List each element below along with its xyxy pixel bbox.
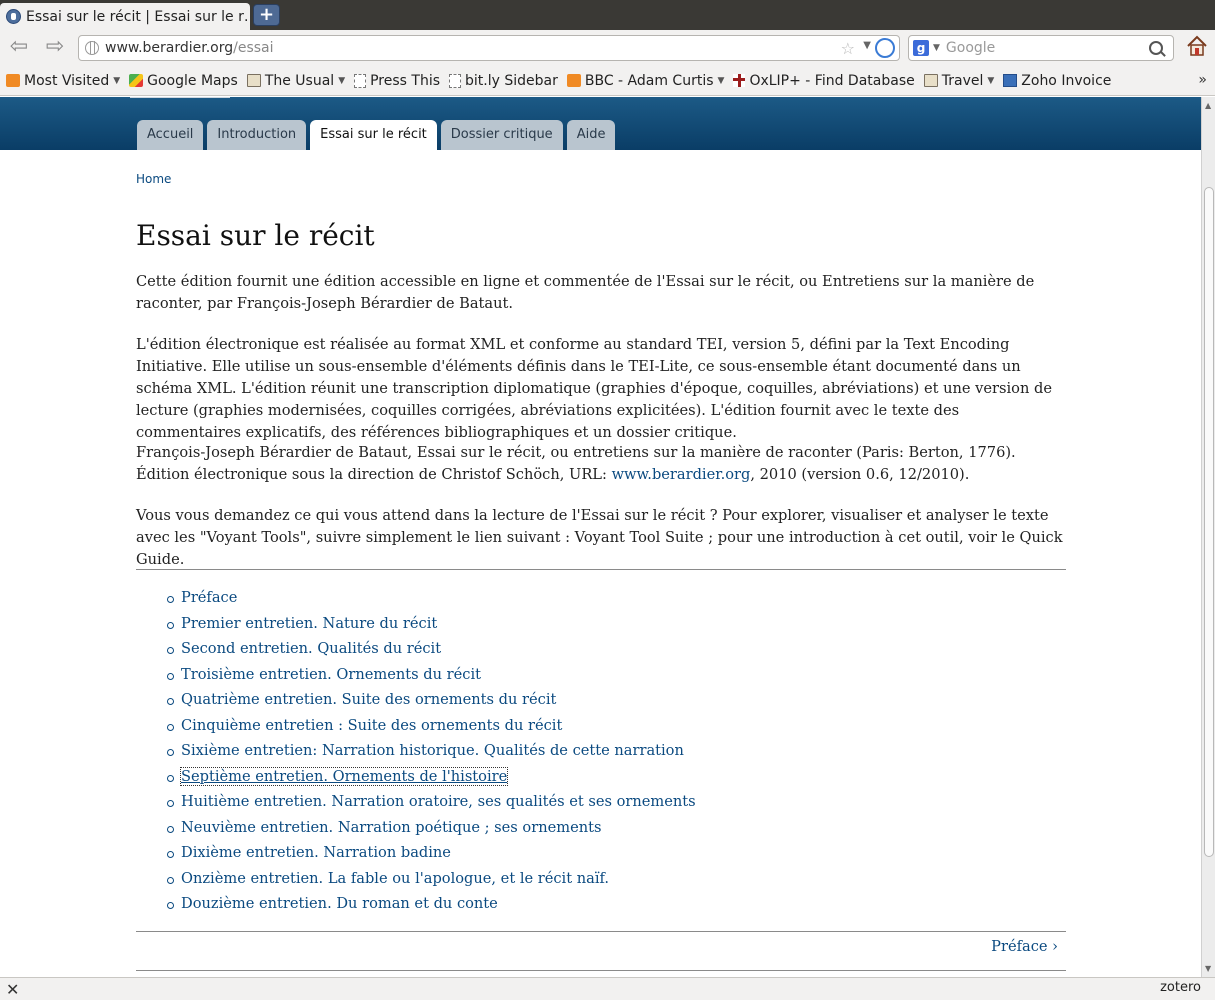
- toc-item[interactable]: Premier entretien. Nature du récit: [167, 613, 696, 639]
- tab-essai-sur-le-recit[interactable]: Essai sur le récit: [310, 120, 437, 150]
- bookmark-oxlip[interactable]: OxLIP+ - Find Database: [733, 73, 915, 89]
- page-scrollbar[interactable]: ▲ ▼: [1201, 97, 1215, 977]
- bookmark-bitly-sidebar[interactable]: bit.ly Sidebar: [449, 73, 558, 89]
- table-of-contents: Préface Premier entretien. Nature du réc…: [167, 587, 696, 919]
- site-header: Accueil Introduction Essai sur le récit …: [0, 97, 1201, 150]
- scroll-up-icon[interactable]: ▲: [1205, 101, 1211, 110]
- scroll-down-icon[interactable]: ▼: [1205, 964, 1211, 973]
- url-path: /essai: [233, 40, 274, 56]
- url-host: www.berardier.org: [105, 40, 234, 56]
- citation-paragraph: François-Joseph Bérardier de Bataut, Ess…: [136, 444, 1016, 483]
- close-icon[interactable]: ✕: [6, 980, 19, 999]
- status-bar: ✕ zotero: [0, 977, 1215, 1000]
- maps-icon: [129, 74, 144, 87]
- tab-dossier-critique[interactable]: Dossier critique: [440, 120, 563, 150]
- browser-tab-title: Essai sur le récit | Essai sur le r…: [26, 8, 248, 25]
- zoho-icon: [1003, 74, 1018, 87]
- toc-item[interactable]: Troisième entretien. Ornements du récit: [167, 664, 696, 690]
- intro-paragraph: Cette édition fournit une édition access…: [136, 273, 1035, 312]
- new-tab-button[interactable]: +: [253, 4, 280, 26]
- search-bar[interactable]: g ▼ Google: [908, 35, 1174, 61]
- tab-introduction[interactable]: Introduction: [207, 120, 307, 150]
- globe-icon: [85, 41, 99, 55]
- zotero-button[interactable]: zotero: [1160, 980, 1201, 995]
- home-icon[interactable]: [1186, 34, 1208, 58]
- folder-icon: [246, 74, 261, 87]
- back-arrow-icon[interactable]: ⇦: [6, 36, 32, 60]
- bookmark-travel[interactable]: Travel ▼: [923, 73, 995, 89]
- oxlip-icon: [733, 74, 746, 87]
- bookmark-press-this[interactable]: Press This: [354, 73, 440, 89]
- edition-paragraph: L'édition électronique est réalisée au f…: [136, 336, 1052, 441]
- chevron-down-icon: ▼: [113, 75, 121, 86]
- most-visited-icon: [6, 74, 20, 87]
- header-divider: [130, 97, 230, 98]
- toc-item[interactable]: Huitième entretien. Narration oratoire, …: [167, 791, 696, 817]
- folder-icon: [923, 74, 938, 87]
- bookmark-the-usual[interactable]: The Usual ▼: [246, 73, 346, 89]
- toc-item[interactable]: Quatrième entretien. Suite des ornements…: [167, 689, 696, 715]
- browser-tab-active[interactable]: Essai sur le récit | Essai sur le r…: [0, 3, 250, 30]
- bookmark-most-visited[interactable]: Most Visited ▼: [6, 73, 120, 89]
- browser-navbar: ⇦ ⇨ www.berardier.org/essai ☆ ▼ g ▼ Goog…: [0, 30, 1215, 66]
- divider-bottom: [136, 931, 1066, 932]
- page-icon: [449, 73, 462, 88]
- chevron-down-icon: ▼: [717, 75, 725, 86]
- breadcrumb-home[interactable]: Home: [136, 172, 171, 186]
- toc-item[interactable]: Neuvième entretien. Narration poétique ;…: [167, 817, 696, 843]
- berardier-link[interactable]: www.berardier.org: [612, 466, 751, 483]
- toc-item[interactable]: Onzième entretien. La fable ou l'apologu…: [167, 868, 696, 894]
- site-favicon-icon: [6, 9, 21, 24]
- bookmark-google-maps[interactable]: Google Maps: [129, 73, 238, 89]
- next-page-link[interactable]: Préface ›: [991, 938, 1058, 955]
- toc-item[interactable]: Douzième entretien. Du roman et du conte: [167, 893, 696, 919]
- toc-item[interactable]: Sixième entretien: Narration historique.…: [167, 740, 696, 766]
- toc-item[interactable]: Dixième entretien. Narration badine: [167, 842, 696, 868]
- tab-aide[interactable]: Aide: [566, 120, 616, 150]
- toc-item-focused[interactable]: Septième entretien. Ornements de l'histo…: [167, 766, 696, 792]
- toc-item[interactable]: Cinquième entretien : Suite des ornement…: [167, 715, 696, 741]
- search-icon[interactable]: [1149, 41, 1163, 55]
- divider-top: [136, 569, 1066, 570]
- site-nav-tabs: Accueil Introduction Essai sur le récit …: [137, 120, 616, 150]
- search-input[interactable]: Google: [946, 40, 1149, 56]
- reload-icon[interactable]: [875, 38, 895, 58]
- bookmark-star-icon[interactable]: ☆: [841, 39, 855, 58]
- url-bar[interactable]: www.berardier.org/essai ☆ ▼: [78, 35, 900, 61]
- rss-icon: [566, 74, 581, 87]
- scroll-thumb[interactable]: [1204, 187, 1214, 857]
- bookmark-zoho-invoice[interactable]: Zoho Invoice: [1003, 73, 1111, 89]
- toc-item[interactable]: Préface: [167, 587, 696, 613]
- bookmarks-overflow-icon[interactable]: »: [1198, 72, 1207, 88]
- forward-arrow-icon[interactable]: ⇨: [42, 36, 68, 60]
- toc-item[interactable]: Second entretien. Qualités du récit: [167, 638, 696, 664]
- search-engine-dropdown-icon[interactable]: ▼: [933, 43, 940, 53]
- page-icon: [354, 73, 367, 88]
- bookmark-bbc-adam-curtis[interactable]: BBC - Adam Curtis ▼: [566, 73, 725, 89]
- page-title: Essai sur le récit: [136, 219, 375, 252]
- chevron-down-icon: ▼: [338, 75, 346, 86]
- url-history-dropdown-icon[interactable]: ▼: [863, 40, 871, 51]
- bookmarks-toolbar: Most Visited ▼ Google Maps The Usual ▼ Pre…: [0, 66, 1215, 96]
- tab-accueil[interactable]: Accueil: [137, 120, 204, 150]
- google-engine-icon[interactable]: g: [913, 40, 929, 56]
- voyant-paragraph: Vous vous demandez ce qui vous attend da…: [136, 507, 1063, 568]
- browser-tabstrip: Essai sur le récit | Essai sur le r… +: [0, 0, 1215, 30]
- divider-footer: [136, 970, 1066, 971]
- chevron-down-icon: ▼: [987, 75, 995, 86]
